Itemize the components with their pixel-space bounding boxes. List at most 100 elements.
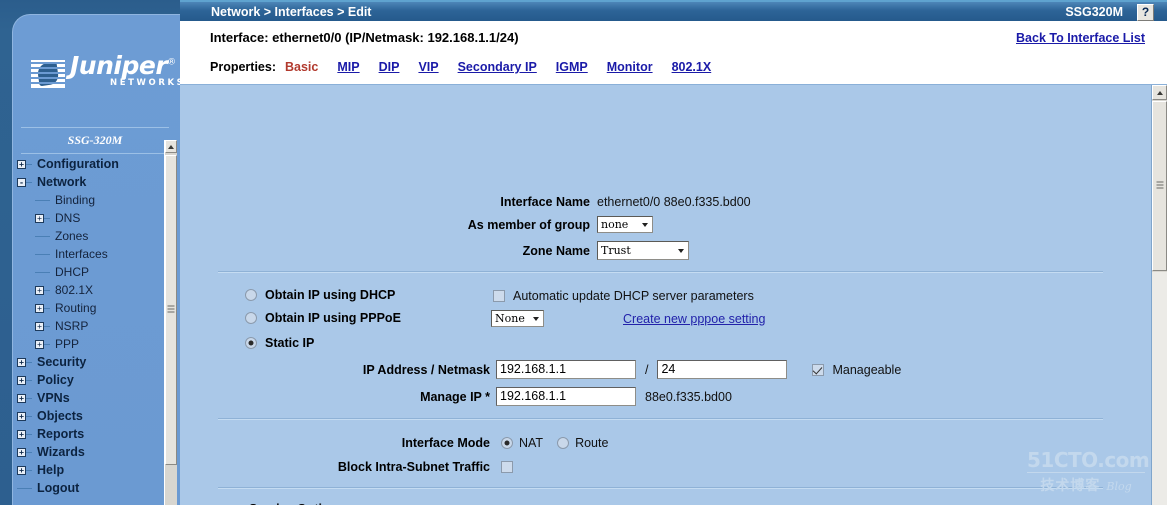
sidebar-item-routing[interactable]: + Routing [13,299,177,317]
help-button[interactable]: ? [1137,4,1154,21]
expand-icon[interactable]: + [35,321,44,331]
expand-icon[interactable]: + [17,357,26,367]
tab-dip[interactable]: DIP [379,60,400,74]
expand-icon[interactable]: + [17,393,26,403]
properties-tab-bar[interactable]: Properties: Basic MIP DIP VIP Secondary IP IG… [210,60,730,74]
interface-mode-row: Interface Mode NAT Route [180,436,609,450]
sidebar-item-label: Objects [37,409,83,423]
sidebar-item-nsrp[interactable]: + NSRP [13,317,177,335]
chevron-down-icon [642,222,648,227]
sidebar-item-policy[interactable]: + Policy [13,371,177,389]
slash-separator: / [645,362,649,377]
sidebar-item-objects[interactable]: + Objects [13,407,177,425]
tab-802-1x[interactable]: 802.1X [672,60,712,74]
sidebar-item-dns[interactable]: + DNS [13,209,177,227]
sidebar-item-logout[interactable]: Logout [13,479,177,497]
sidebar-item-802-1x[interactable]: +802.1X [13,281,177,299]
expand-icon[interactable]: + [35,213,44,223]
sidebar-item-interfaces[interactable]: Interfaces [13,245,177,263]
tree-connector-icon [26,379,32,381]
page-header: Interface: ethernet0/0 (IP/Netmask: 192.… [180,21,1167,85]
left-panel-inner: Juniper® NETWORKS SSG-320M + Configuratio… [12,14,180,505]
main-scrollbar[interactable] [1152,85,1167,505]
block-intra-subnet-checkbox[interactable] [501,461,513,473]
expand-icon[interactable]: + [17,447,26,457]
page-title: Interface: ethernet0/0 (IP/Netmask: 192.… [210,30,519,45]
sidebar-item-ppp[interactable]: + PPP [13,335,177,353]
ip-netmask-row: IP Address / Netmask 192.168.1.1 / 24 Ma… [180,360,901,379]
sidebar-item-label: Help [37,463,65,477]
group-select[interactable]: none [597,216,653,233]
tab-monitor[interactable]: Monitor [607,60,653,74]
back-to-interface-list-link[interactable]: Back To Interface List [1016,31,1145,45]
collapse-icon[interactable]: - [17,177,26,187]
sidebar-item-configuration[interactable]: + Configuration [13,155,177,173]
properties-label: Properties: [210,60,276,74]
main-scroll-thumb[interactable] [1152,101,1167,271]
sidebar-item-security[interactable]: + Security [13,353,177,371]
sidebar-item-label: NSRP [55,319,89,333]
main-scroll-up-button[interactable] [1152,85,1167,100]
tab-igmp[interactable]: IGMP [556,60,588,74]
sidebar-scroll-thumb[interactable] [165,155,177,465]
expand-icon[interactable]: + [35,339,44,349]
sidebar-scroll-up-button[interactable] [165,140,177,153]
juniper-webui-window: Juniper® NETWORKS SSG-320M + Configuratio… [0,0,1167,505]
sidebar-item-label: Policy [37,373,74,387]
obtain-ip-pppoe-label: Obtain IP using PPPoE [265,311,401,325]
sidebar-item-reports[interactable]: + Reports [13,425,177,443]
mode-nat-radio[interactable] [501,437,513,449]
sidebar-item-dhcp[interactable]: DHCP [13,263,177,281]
breadcrumb: Network > Interfaces > Edit [211,5,372,19]
tab-basic[interactable]: Basic [285,60,318,74]
netmask-input[interactable]: 24 [657,360,788,379]
tree-connector-icon [44,235,50,237]
logo-wordmark: Juniper® [70,53,180,78]
manage-ip-input[interactable]: 192.168.1.1 [496,387,636,406]
sidebar-item-label: Security [37,355,87,369]
sidebar-item-wizards[interactable]: + Wizards [13,443,177,461]
sidebar-item-help[interactable]: + Help [13,461,177,479]
sidebar-nav-tree[interactable]: + Configuration - Network Binding + DNS Zones In… [13,155,177,505]
pppoe-option-row: Obtain IP using PPPoE [245,311,401,325]
divider-2 [218,418,1103,420]
tab-secondary-ip[interactable]: Secondary IP [458,60,537,74]
tab-mip[interactable]: MIP [337,60,359,74]
tree-connector-icon [26,397,32,399]
sidebar-item-zones[interactable]: Zones [13,227,177,245]
manageable-checkbox[interactable] [812,363,825,376]
obtain-ip-dhcp-radio[interactable] [245,289,257,301]
obtain-ip-dhcp-label: Obtain IP using DHCP [265,288,396,302]
create-new-pppoe-setting-link[interactable]: Create new pppoe setting [623,312,765,326]
expand-icon[interactable]: + [17,375,26,385]
pppoe-select[interactable]: None [491,310,544,327]
mode-route-radio[interactable] [557,437,570,449]
manage-mac-value: 88e0.f335.bd00 [645,389,732,404]
auto-update-dhcp-checkbox[interactable] [493,290,505,302]
grip-icon [167,305,175,315]
sidebar-item-vpns[interactable]: + VPNs [13,389,177,407]
expand-icon[interactable]: + [35,303,44,313]
zone-name-label: Zone Name [522,243,590,258]
sidebar-item-label: Zones [55,229,89,243]
static-ip-radio[interactable] [245,337,257,349]
tree-connector-icon [35,199,44,201]
ip-netmask-label: IP Address / Netmask [362,362,490,377]
interface-name-value: ethernet0/0 88e0.f335.bd00 [597,195,751,209]
zone-select[interactable]: Trust [597,241,689,260]
obtain-ip-pppoe-radio[interactable] [245,312,257,324]
sidebar-item-network[interactable]: - Network [13,173,177,191]
tree-connector-icon [26,361,32,363]
sidebar-item-binding[interactable]: Binding [13,191,177,209]
sidebar-scrollbar[interactable] [164,140,177,505]
ip-address-input[interactable]: 192.168.1.1 [496,360,636,379]
expand-icon[interactable]: + [17,411,26,421]
expand-icon[interactable]: + [17,465,26,475]
main-scroll-track[interactable] [1152,272,1167,505]
logo-subtext: NETWORKS [110,78,180,88]
expand-icon[interactable]: + [17,429,26,439]
expand-icon[interactable]: + [35,285,44,295]
interface-name-label: Interface Name [500,195,590,209]
tab-vip[interactable]: VIP [418,60,438,74]
expand-icon[interactable]: + [17,159,26,169]
